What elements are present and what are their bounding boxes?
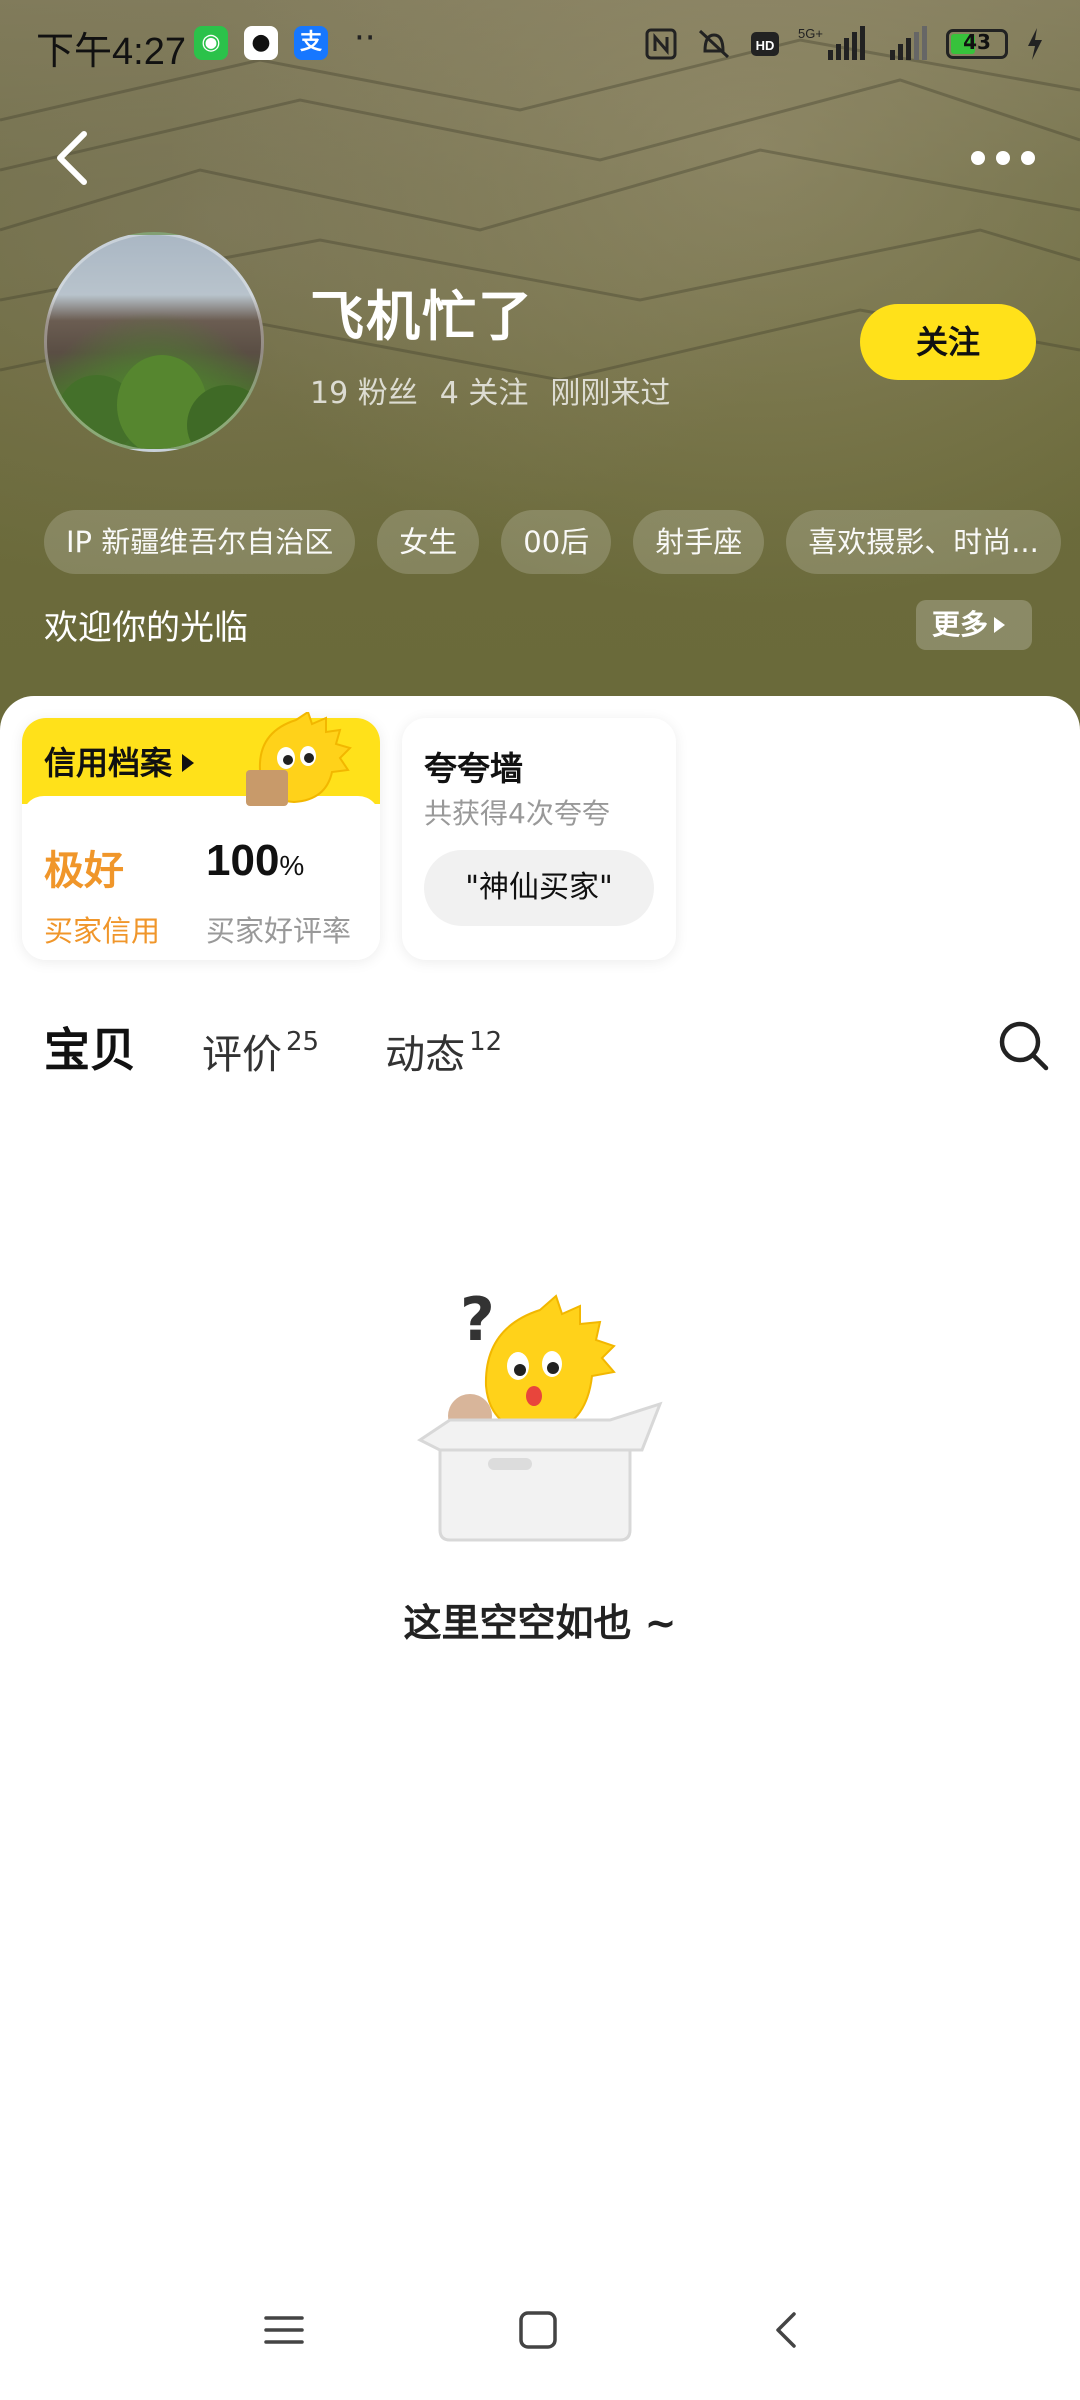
mascot-fish-icon [246,712,352,806]
back-button[interactable] [46,120,106,196]
credit-level: 极好 [44,848,124,894]
credit-card-body: 极好 买家信用 100% 买家好评率 [22,796,380,960]
system-back-button[interactable] [758,2300,818,2360]
welcome-message: 欢迎你的光临 [44,608,248,648]
profile-tags: IP 新疆维吾尔自治区 女生 00后 射手座 喜欢摄影、时尚... [44,510,1080,574]
praise-wall-title: 夸夸墙 [424,749,523,788]
search-icon [999,1021,1049,1071]
wechat-icon: ◉ [194,26,228,60]
profile-stats: 19 粉丝 4 关注 刚刚来过 [310,368,670,412]
svg-text:HD: HD [756,38,775,53]
tab-moments[interactable]: 动态 12 [385,1022,502,1080]
following-count[interactable]: 4 关注 [440,368,529,412]
svg-text:?: ? [460,1285,495,1355]
positive-rate-label: 买家好评率 [206,914,352,948]
tab-moments-label: 动态 [385,1032,466,1078]
battery-icon: 43 [946,29,1008,59]
followers-count[interactable]: 19 粉丝 [310,368,418,412]
play-triangle-icon [182,754,195,772]
follow-button[interactable]: 关注 [860,304,1036,380]
menu-lines-icon [264,2316,304,2344]
charging-icon [1026,27,1044,61]
hd-icon: HD [750,27,780,61]
tag-age-group[interactable]: 00后 [501,510,612,574]
battery-level: 43 [963,30,991,54]
positive-rate: 100% [206,836,304,886]
more-dots-icon [971,151,1035,165]
home-square-icon [519,2311,557,2349]
tab-moments-count: 12 [469,1027,503,1057]
qq-icon: ● [244,26,278,60]
positive-rate-value: 100 [206,836,280,885]
tab-reviews[interactable]: 评价 25 [202,1022,319,1080]
mute-bell-icon [696,27,732,61]
status-time: 下午4:27 [36,31,186,73]
more-notifications-icon: ·· [354,18,376,58]
tag-ip-location[interactable]: IP 新疆维吾尔自治区 [44,510,356,574]
praise-badge: "神仙买家" [424,850,654,926]
credit-title-label: 信用档案 [44,744,173,782]
home-button[interactable] [508,2300,568,2360]
tag-gender[interactable]: 女生 [377,510,480,574]
back-chevron-icon [776,2312,796,2348]
signal-5g-icon: 5G+ [798,26,870,61]
tab-reviews-count: 25 [286,1027,320,1057]
tab-items-label: 宝贝 [44,1023,136,1077]
more-button[interactable]: 更多 [916,600,1032,650]
content-tabs: 宝贝 评价 25 动态 12 [44,1010,568,1082]
tab-reviews-label: 评价 [202,1032,282,1078]
status-right-icons: HD 5G+ 43 [644,24,1044,64]
more-label: 更多 [932,608,989,641]
more-options-button[interactable] [968,130,1038,190]
search-button[interactable] [996,1018,1052,1074]
praise-count: 共获得4次夸夸 [424,797,610,830]
empty-state-message: 这里空空如也 ~ [403,1601,677,1645]
credit-level-label: 买家信用 [44,914,161,948]
last-seen: 刚刚来过 [550,376,671,411]
credit-title[interactable]: 信用档案 [44,738,195,784]
avatar[interactable] [44,232,264,452]
empty-box-mascot-illustration: ? [417,1285,663,1542]
tag-zodiac[interactable]: 射手座 [633,510,765,574]
play-triangle-icon [994,617,1006,633]
profile-cover: 下午4:27 ◉ ● 支 ·· HD 5G+ 43 飞机忙了 19 粉丝 4 关… [0,0,1080,735]
back-arrow-icon [57,131,87,185]
status-bar: 下午4:27 ◉ ● 支 ·· HD 5G+ 43 [0,0,1080,90]
tag-hobbies[interactable]: 喜欢摄影、时尚... [786,510,1061,574]
network-label: 5G+ [798,26,823,41]
recent-apps-button[interactable] [254,2300,314,2360]
positive-rate-unit: % [279,850,305,881]
tab-items[interactable]: 宝贝 [44,1014,136,1082]
nfc-icon [644,27,678,61]
username: 飞机忙了 [310,285,534,348]
praise-wall-card[interactable]: 夸夸墙 共获得4次夸夸 "神仙买家" [402,718,676,960]
alipay-icon: 支 [294,26,328,60]
signal-icon [888,26,928,61]
